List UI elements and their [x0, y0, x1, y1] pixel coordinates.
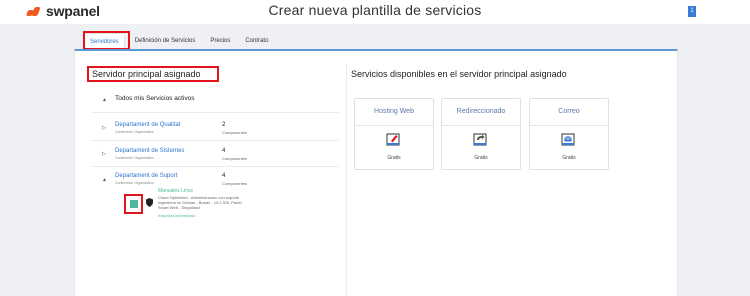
department-type: Contenedor Organizativo [115, 156, 154, 160]
tab-contrato[interactable]: Contrato [240, 33, 273, 49]
department-name[interactable]: Departament de Sistemes [115, 148, 184, 154]
left-heading: Servidor principal asignado [92, 69, 201, 79]
card-title: Hosting Web [374, 108, 414, 115]
card-divider [530, 125, 608, 126]
service-checkbox[interactable] [130, 200, 138, 208]
component-label: Componentes [222, 130, 247, 135]
department-type: Contenedor Organizativo [115, 130, 154, 134]
notification-badge[interactable]: 1 [688, 6, 696, 17]
card-title: Redireccionado [456, 108, 506, 115]
mail-icon [561, 133, 575, 146]
card-price: Gratis [562, 155, 576, 161]
service-card-redireccionado[interactable]: Redireccionado Gratis [441, 98, 521, 170]
redirect-icon [473, 133, 487, 146]
row-divider [91, 140, 339, 141]
all-services-label[interactable]: Todos mis Servicios activos [115, 95, 194, 102]
card-divider [442, 125, 520, 126]
component-count: 2 [222, 122, 226, 128]
tab-highlight [83, 31, 130, 50]
service-card-hosting-web[interactable]: Hosting Web Gratis [354, 98, 434, 170]
shield-icon [146, 198, 153, 207]
document-edit-icon [386, 133, 400, 146]
component-count: 4 [222, 173, 226, 179]
service-description: Cloud Optimized - Administración con sop… [158, 195, 242, 210]
top-bar: swpanel Crear nueva plantilla de servici… [0, 0, 750, 24]
service-card-correo[interactable]: Correo Gratis [529, 98, 609, 170]
row-divider [91, 166, 339, 167]
card-price: Gratis [387, 155, 401, 161]
card-price: Gratis [474, 155, 488, 161]
page-title: Crear nueva plantilla de servicios [268, 2, 482, 18]
service-tag: Seguridad Administrada [158, 214, 196, 218]
collapse-icon[interactable]: ▲ [102, 97, 107, 103]
card-title: Correo [558, 108, 580, 115]
department-name[interactable]: Departament de Qualitat [115, 122, 180, 128]
component-label: Componentes [222, 181, 247, 186]
component-label: Componentes [222, 156, 247, 161]
tab-definicion-servicios[interactable]: Definición de Servicios [130, 33, 201, 49]
department-name[interactable]: Departament de Suport [115, 173, 177, 179]
component-count: 4 [222, 148, 226, 154]
expand-icon[interactable]: ▷ [102, 151, 106, 157]
row-divider [91, 112, 339, 113]
column-divider [346, 64, 347, 296]
right-heading: Servicios disponibles en el servidor pri… [351, 69, 567, 79]
collapse-icon[interactable]: ▲ [102, 177, 107, 183]
department-type: Contenedor Organizativo [115, 181, 154, 185]
card-divider [355, 125, 433, 126]
expand-icon[interactable]: ▷ [102, 125, 106, 131]
service-name[interactable]: Manuales Linux [158, 188, 193, 194]
tab-precios[interactable]: Precios [205, 33, 235, 49]
